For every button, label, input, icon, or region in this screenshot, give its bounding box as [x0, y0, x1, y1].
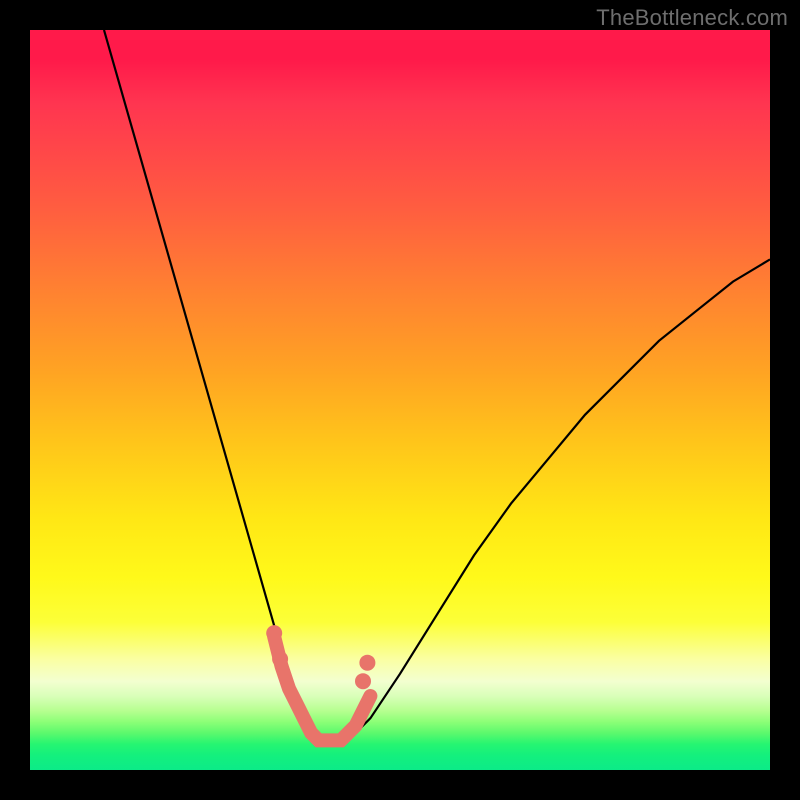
- bottleneck-curve: [104, 30, 770, 740]
- plot-area: [30, 30, 770, 770]
- highlight-dot: [359, 655, 375, 671]
- highlight-dot: [272, 651, 288, 667]
- chart-frame: TheBottleneck.com: [0, 0, 800, 800]
- watermark-text: TheBottleneck.com: [596, 5, 788, 31]
- curve-layer: [30, 30, 770, 770]
- highlight-dot: [266, 625, 282, 641]
- highlight-dot: [355, 673, 371, 689]
- highlight-segment: [274, 637, 370, 741]
